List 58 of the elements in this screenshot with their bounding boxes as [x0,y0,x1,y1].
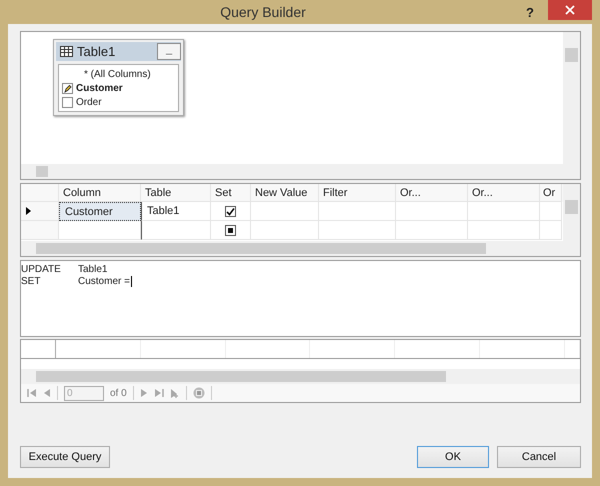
last-record-icon[interactable] [154,388,164,398]
row-header[interactable] [21,202,59,221]
column-name[interactable]: Customer [76,82,123,94]
vertical-scrollbar[interactable] [563,32,580,164]
horizontal-scrollbar[interactable] [21,164,580,179]
table-cell[interactable] [59,221,141,240]
horizontal-scrollbar[interactable] [21,369,580,384]
close-button[interactable] [548,0,592,20]
table-cell[interactable] [396,221,468,240]
table-cell[interactable] [540,202,562,221]
sql-keyword: UPDATE [21,264,62,274]
stop-icon[interactable] [192,387,205,399]
table-title: Table1 [77,44,116,59]
sql-text: Customer = [78,276,130,286]
table-cell[interactable] [396,202,468,221]
column-header[interactable]: Set [211,184,251,202]
column-header[interactable]: New Value [251,184,319,202]
column-name[interactable]: Order [76,96,102,108]
dialog-button[interactable]: Cancel [497,446,581,468]
window-title: Query Builder [219,4,307,20]
sql-keyword: SET [21,276,42,286]
table-cell[interactable]: Table1 [141,202,211,221]
table-cell[interactable] [251,221,319,240]
sql-text: Table1 [78,264,108,274]
column-name[interactable]: * (All Columns) [76,68,151,80]
new-record-icon[interactable] [170,388,180,398]
pencil-icon [62,82,73,94]
column-header[interactable]: Or... [396,184,468,202]
minimize-button[interactable]: _ [157,43,181,60]
column-header[interactable]: Filter [319,184,396,202]
dialog-button[interactable]: OK [417,446,489,468]
record-count: of 0 [110,388,127,398]
table-icon [60,46,73,57]
table-card[interactable]: Table1 _ * (All Columns) Customer Order [53,39,184,116]
next-record-icon[interactable] [140,388,148,398]
first-record-icon[interactable] [27,388,37,398]
set-checkbox[interactable] [225,206,236,216]
table-cell[interactable] [141,221,211,240]
column-header[interactable]: Table [141,184,211,202]
set-checkbox[interactable] [225,224,236,236]
vertical-scrollbar[interactable] [563,184,580,241]
current-row-icon [26,207,31,215]
table-cell[interactable] [468,221,540,240]
previous-record-icon[interactable] [43,388,51,398]
close-icon [565,5,575,15]
table-cell[interactable] [251,202,319,221]
checkbox[interactable] [62,96,73,108]
column-header[interactable]: Or [540,184,562,202]
sql-editor[interactable]: UPDATE Table1 SET Customer = [20,260,581,337]
column-header[interactable]: Or... [468,184,540,202]
table-cell[interactable] [319,202,396,221]
table-cell[interactable] [468,202,540,221]
table-cell[interactable] [319,221,396,240]
horizontal-scrollbar[interactable] [21,241,580,256]
dialog-button[interactable]: Execute Query [20,446,110,468]
help-button[interactable]: ? [518,2,542,22]
table-cell[interactable]: Customer [59,202,141,221]
table-cell[interactable] [540,221,562,240]
